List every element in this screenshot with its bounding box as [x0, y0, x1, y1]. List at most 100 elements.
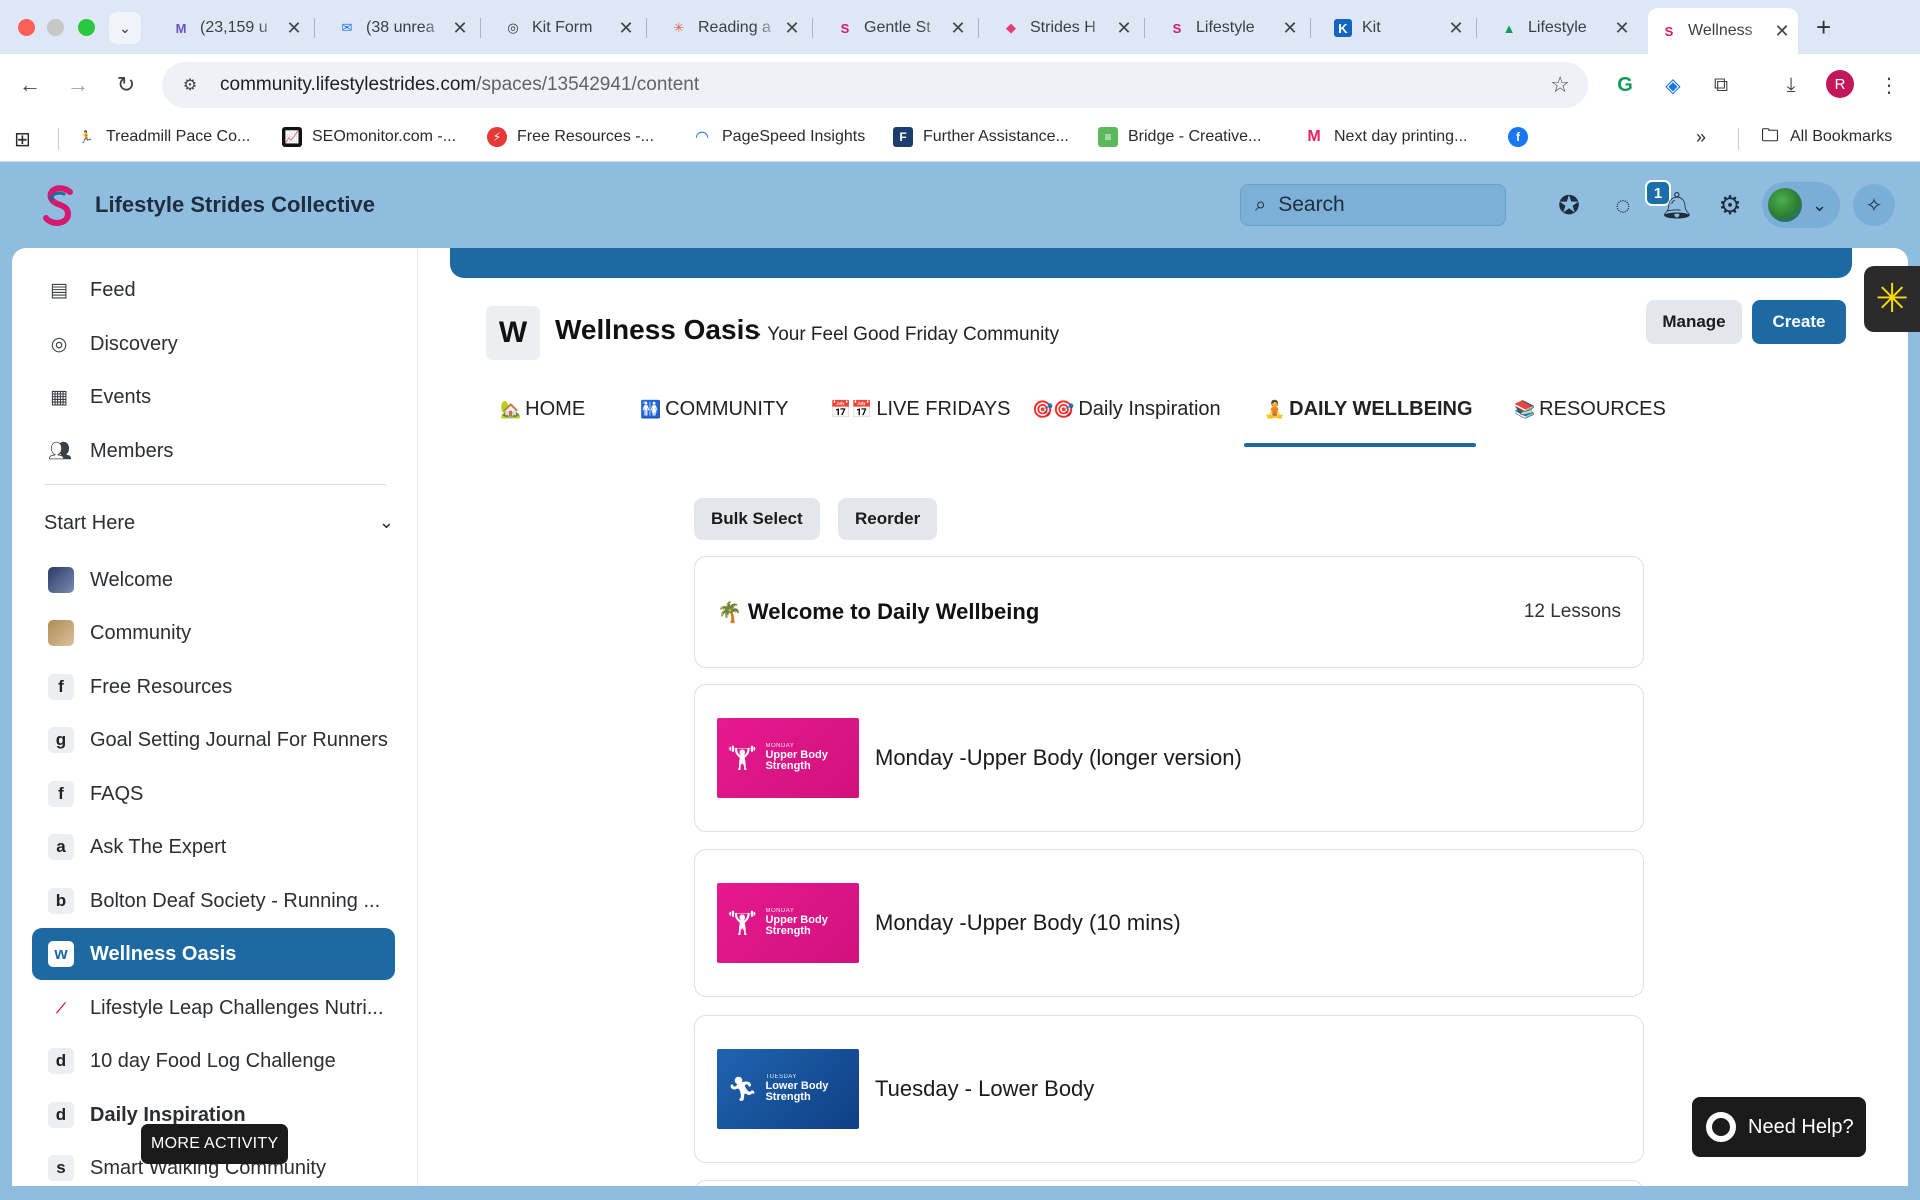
search-input[interactable]: ⌕ Search: [1240, 184, 1506, 226]
space-cover-banner: [450, 248, 1852, 278]
bridge-icon: ≡: [1098, 127, 1118, 147]
sidebar-item-label: Members: [90, 439, 174, 462]
sidebar-item-welcome[interactable]: Welcome: [32, 554, 395, 606]
bookmark-item[interactable]: 📈 SEOmonitor.com -...: [282, 127, 456, 147]
close-icon[interactable]: ✕: [1610, 18, 1634, 39]
brand-logo-icon[interactable]: [40, 184, 78, 226]
browser-tab[interactable]: K Kit ✕: [1322, 8, 1472, 48]
browser-tab-active[interactable]: S Wellness ✕: [1648, 8, 1798, 54]
bookmark-item[interactable]: ◠ PageSpeed Insights: [692, 127, 865, 147]
sidebar-item-feed[interactable]: ▤ Feed: [32, 264, 402, 316]
sidebar-item-discovery[interactable]: ◎ Discovery: [32, 318, 402, 370]
back-arrow-icon[interactable]: ←: [14, 69, 46, 101]
sidebar-item-lifestyle-leap[interactable]: ⟋ Lifestyle Leap Challenges Nutri...: [32, 982, 395, 1034]
avatar: [1768, 188, 1802, 222]
close-icon[interactable]: ✕: [946, 18, 970, 39]
manage-button[interactable]: Manage: [1646, 300, 1742, 344]
sidebar-item-food-log[interactable]: d 10 day Food Log Challenge: [32, 1035, 395, 1087]
tab-live-fridays[interactable]: 📅📅 LIVE FRIDAYS: [830, 398, 1010, 421]
browser-tab[interactable]: S Lifestyle ✕: [1156, 8, 1306, 48]
bell-icon[interactable]: 🔔︎: [1660, 188, 1694, 222]
sidebar-item-events[interactable]: ▦ Events: [32, 371, 402, 423]
tag-extension-icon[interactable]: ◈: [1658, 70, 1688, 100]
tab-resources[interactable]: 📚 RESOURCES: [1514, 398, 1666, 421]
leaderboard-star-icon[interactable]: ✪: [1552, 188, 1586, 222]
browser-tab[interactable]: ✳ Reading a ✕: [658, 8, 808, 48]
close-icon[interactable]: ✕: [1278, 18, 1302, 39]
browser-tab[interactable]: ✉ (38 unrea ✕: [326, 8, 476, 48]
more-bookmarks-chevron-icon[interactable]: »: [1696, 127, 1706, 148]
bookmark-item[interactable]: 🏃 Treadmill Pace Co...: [76, 127, 251, 147]
all-bookmarks-button[interactable]: 🗀 All Bookmarks: [1760, 126, 1893, 147]
tab-search-button[interactable]: ⌄: [109, 12, 141, 44]
tab-home[interactable]: 🏡 HOME: [500, 398, 585, 421]
tab-community[interactable]: 🚻 COMMUNITY: [640, 398, 789, 421]
sidebar-item-members[interactable]: 👥︎ Members: [32, 425, 402, 477]
window-zoom-button[interactable]: [78, 19, 95, 36]
lesson-row[interactable]: 🏋︎ MONDAY Upper Body Strength Monday -Up…: [694, 849, 1644, 997]
bookmark-star-icon[interactable]: ☆: [1550, 72, 1570, 98]
close-icon[interactable]: ✕: [448, 18, 472, 39]
space-initial-icon: s: [48, 1155, 74, 1181]
sidebar-item-wellness-oasis[interactable]: w Wellness Oasis: [32, 928, 395, 980]
thumbnail-text: MONDAY Upper Body Strength: [765, 743, 839, 772]
profile-avatar[interactable]: R: [1826, 70, 1854, 98]
sidebar-item-label: Feed: [90, 278, 136, 301]
sidebar-section-start-here[interactable]: Start Here ⌄: [44, 512, 394, 535]
close-icon[interactable]: ✕: [1444, 18, 1468, 39]
close-icon[interactable]: ✕: [282, 18, 306, 39]
sidebar-item-faqs[interactable]: f FAQS: [32, 768, 395, 820]
address-bar[interactable]: ⚙ community.lifestylestrides.com/spaces/…: [162, 62, 1588, 108]
close-icon[interactable]: ✕: [780, 18, 804, 39]
lesson-row[interactable]: 🏃︎ TUESDAY Lower Body Strength Tuesday -…: [694, 1015, 1644, 1163]
forward-arrow-icon[interactable]: →: [62, 69, 94, 101]
browser-tab[interactable]: ◎ Kit Form ✕: [492, 8, 642, 48]
tab-daily-inspiration[interactable]: 🎯🎯 Daily Inspiration: [1032, 398, 1221, 421]
browser-tab[interactable]: ◆ Strides H ✕: [990, 8, 1140, 48]
window-minimize-button[interactable]: [47, 19, 64, 36]
extensions-puzzle-icon[interactable]: ⧉: [1706, 70, 1736, 100]
lesson-row[interactable]: 🏋︎ MONDAY Upper Body Strength Monday -Up…: [694, 684, 1644, 832]
window-close-button[interactable]: [18, 19, 35, 36]
bulk-select-button[interactable]: Bulk Select: [694, 498, 820, 540]
gear-icon[interactable]: ⚙: [1713, 188, 1747, 222]
bookmark-item[interactable]: f: [1508, 127, 1538, 147]
browser-tab[interactable]: M (23,159 u ✕: [160, 8, 310, 48]
need-help-label: Need Help?: [1748, 1115, 1854, 1138]
browser-tab[interactable]: S Gentle St ✕: [824, 8, 974, 48]
reorder-button[interactable]: Reorder: [838, 498, 938, 540]
create-button[interactable]: Create: [1752, 300, 1846, 344]
squat-figure-icon: 🏃︎: [727, 1075, 758, 1103]
bookmark-item[interactable]: M Next day printing...: [1304, 127, 1467, 147]
close-icon[interactable]: ✕: [1770, 21, 1794, 42]
community-name[interactable]: Lifestyle Strides Collective: [95, 192, 375, 218]
close-icon[interactable]: ✕: [1112, 18, 1136, 39]
chat-bubble-icon[interactable]: ◌: [1606, 188, 1640, 222]
site-settings-icon[interactable]: ⚙: [170, 75, 210, 95]
bookmark-item[interactable]: F Further Assistance...: [893, 127, 1069, 147]
apps-grid-icon[interactable]: ⊞: [14, 127, 31, 152]
sidebar-item-goal-setting[interactable]: g Goal Setting Journal For Runners: [32, 714, 395, 766]
bookmark-divider: [58, 128, 59, 150]
new-tab-button[interactable]: +: [1816, 12, 1831, 43]
download-icon[interactable]: ⤓: [1776, 70, 1806, 100]
sidebar-item-bolton-deaf-society[interactable]: b Bolton Deaf Society - Running ...: [32, 875, 395, 927]
need-help-button[interactable]: Need Help?: [1692, 1097, 1866, 1157]
kebab-menu-icon[interactable]: ⋮: [1874, 70, 1904, 100]
sidebar-item-community[interactable]: Community: [32, 607, 395, 659]
section-header-card[interactable]: 🌴 Welcome to Daily Wellbeing 12 Lessons: [694, 556, 1644, 668]
reload-icon[interactable]: ↻: [110, 69, 142, 101]
sidebar-item-free-resources[interactable]: f Free Resources: [32, 661, 395, 713]
bookmark-item[interactable]: ≡ Bridge - Creative...: [1098, 127, 1261, 147]
search-icon: ⌕: [1255, 193, 1267, 216]
bookmark-item[interactable]: ⚡ Free Resources -...: [487, 127, 654, 147]
close-icon[interactable]: ✕: [614, 18, 638, 39]
grammarly-extension-icon[interactable]: G: [1610, 70, 1640, 100]
ai-sparkle-icon[interactable]: ✧: [1853, 184, 1895, 226]
tab-daily-wellbeing[interactable]: 🧘 DAILY WELLBEING: [1264, 398, 1473, 421]
sparkle-widget-icon[interactable]: ✳: [1864, 266, 1920, 332]
sidebar-item-ask-the-expert[interactable]: a Ask The Expert: [32, 821, 395, 873]
browser-tab[interactable]: ▲ Lifestyle ✕: [1488, 8, 1638, 48]
user-menu-button[interactable]: ⌄: [1762, 182, 1840, 228]
lesson-row[interactable]: [694, 1180, 1644, 1186]
